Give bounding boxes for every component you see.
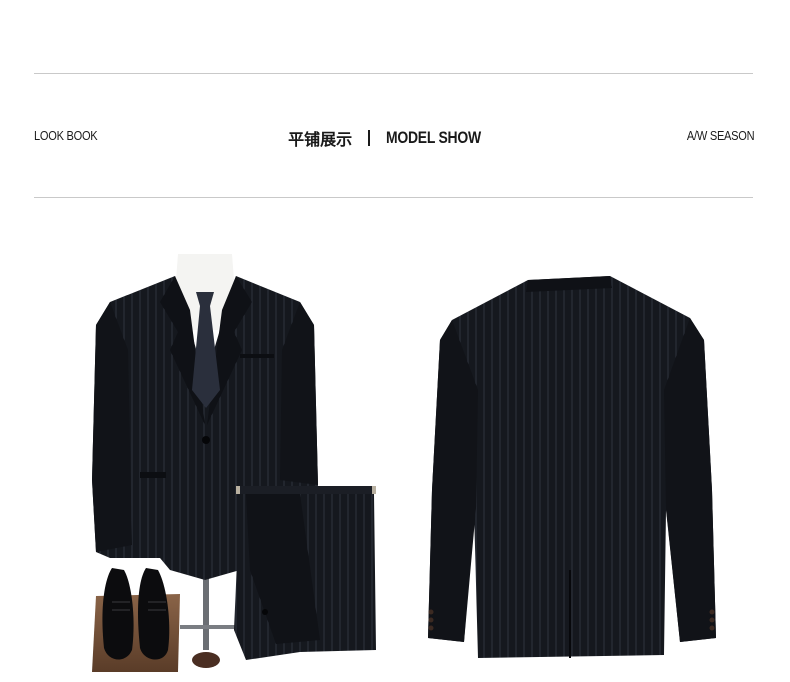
shoes-image — [92, 568, 180, 672]
trousers-image — [234, 486, 376, 660]
bottom-divider — [34, 197, 753, 198]
product-photo — [92, 254, 716, 672]
season-label: A/W SEASON — [686, 128, 755, 143]
title-chinese: 平铺展示 — [288, 132, 353, 149]
top-divider — [34, 73, 753, 74]
back-suit-image — [428, 276, 716, 658]
section-header: LOOK BOOK 平铺展示 MODEL SHOW A/W SEASON — [0, 126, 790, 150]
title-separator — [368, 130, 371, 146]
section-title: 平铺展示 MODEL SHOW — [0, 126, 790, 150]
title-english: MODEL SHOW — [386, 128, 482, 147]
